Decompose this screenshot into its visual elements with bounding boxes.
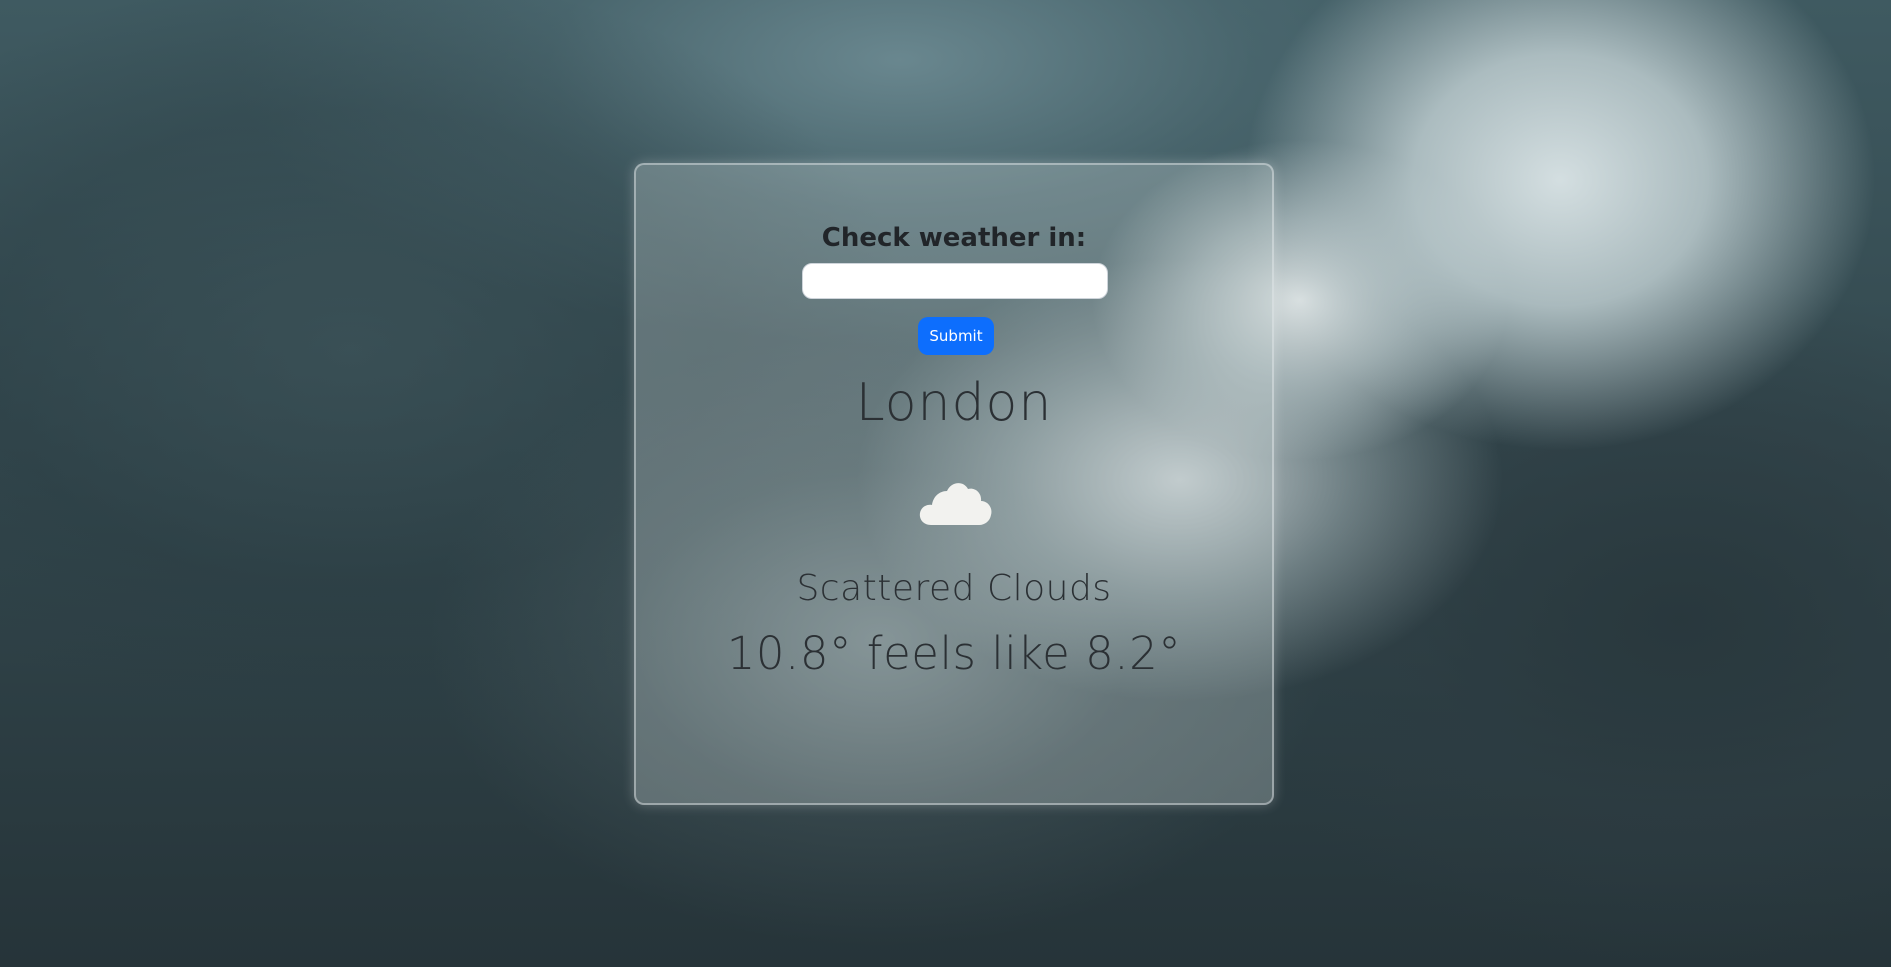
weather-card: Check weather in: Submit London Scattere… xyxy=(634,163,1274,805)
cloud-icon xyxy=(919,483,992,525)
submit-button[interactable]: Submit xyxy=(918,317,994,355)
city-name: London xyxy=(855,373,1053,433)
weather-description: Scattered Clouds xyxy=(796,568,1112,609)
temperature-readout: 10.8° feels like 8.2° xyxy=(726,627,1182,680)
city-search-input[interactable] xyxy=(802,263,1108,299)
search-label: Check weather in: xyxy=(821,223,1087,253)
